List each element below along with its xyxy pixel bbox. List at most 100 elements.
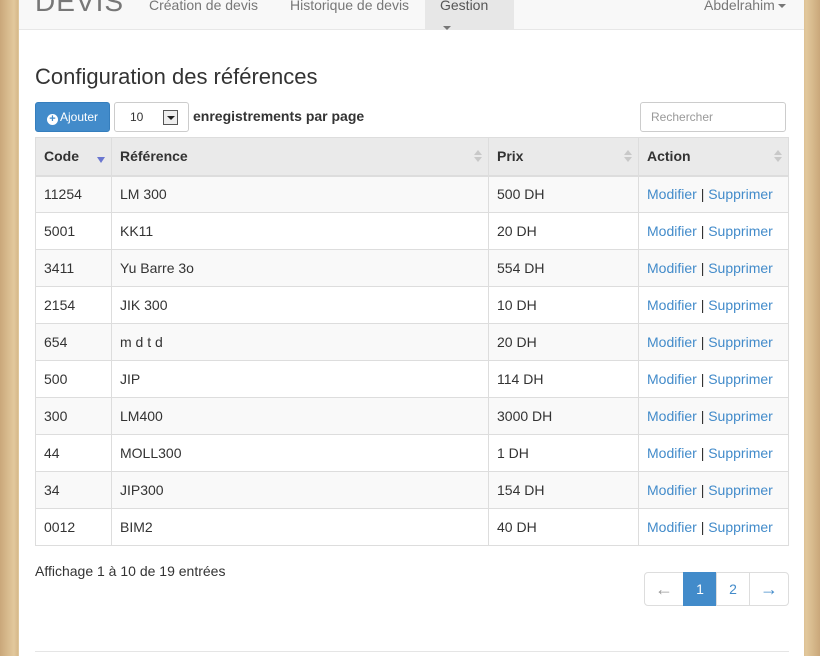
delete-link[interactable]: Supprimer [708,371,773,387]
header-reference-label: Référence [120,148,188,165]
cell-prix: 554 DH [488,249,639,287]
delete-link[interactable]: Supprimer [708,297,773,313]
table-row: 44 MOLL300 1 DH Modifier | Supprimer [35,434,789,472]
delete-link[interactable]: Supprimer [708,260,773,276]
table-row: 11254 LM 300 500 DH Modifier | Supprimer [35,175,789,213]
cell-code: 0012 [35,508,112,546]
edit-link[interactable]: Modifier [647,519,697,535]
nav-creation-devis[interactable]: Création de devis [134,0,273,30]
table-row: 654 m d t d 20 DH Modifier | Supprimer [35,323,789,361]
cell-reference: JIK 300 [111,286,489,324]
action-separator: | [700,223,705,239]
add-button-label: Ajouter [59,110,99,124]
footer-divider [35,651,789,652]
table-row: 34 JIP300 154 DH Modifier | Supprimer [35,471,789,509]
page-title: Configuration des références [35,64,318,89]
cell-prix: 3000 DH [488,397,639,435]
page-size-value: 10 [130,110,144,124]
cell-code: 300 [35,397,112,435]
pagination-prev[interactable]: ← [644,572,684,606]
cell-reference: LM 300 [111,175,489,213]
edit-link[interactable]: Modifier [647,223,697,239]
edit-link[interactable]: Modifier [647,371,697,387]
cell-action: Modifier | Supprimer [638,471,789,509]
cell-code: 500 [35,360,112,398]
nav-historique-devis[interactable]: Historique de devis [275,0,424,30]
edit-link[interactable]: Modifier [647,445,697,461]
page-size-select[interactable]: 10 [114,102,189,132]
header-code[interactable]: Code [35,137,112,177]
edit-link[interactable]: Modifier [647,482,697,498]
cell-reference: LM400 [111,397,489,435]
dropdown-arrow-icon[interactable] [163,110,178,125]
chevron-down-icon [777,4,786,9]
table-row: 0012 BIM2 40 DH Modifier | Supprimer [35,508,789,546]
cell-code: 34 [35,471,112,509]
edit-link[interactable]: Modifier [647,334,697,350]
pagination: ← 1 2 → [644,572,789,606]
table-row: 500 JIP 114 DH Modifier | Supprimer [35,360,789,398]
edit-link[interactable]: Modifier [647,408,697,424]
header-prix[interactable]: Prix [488,137,639,177]
delete-link[interactable]: Supprimer [708,186,773,202]
cell-code: 3411 [35,249,112,287]
edit-link[interactable]: Modifier [647,186,697,202]
search-input[interactable] [640,102,786,132]
cell-action: Modifier | Supprimer [638,360,789,398]
action-separator: | [700,260,705,276]
sort-icon [474,150,482,164]
cell-reference: m d t d [111,323,489,361]
cell-prix: 10 DH [488,286,639,324]
cell-action: Modifier | Supprimer [638,508,789,546]
delete-link[interactable]: Supprimer [708,519,773,535]
delete-link[interactable]: Supprimer [708,223,773,239]
user-name: Abdelrahim [704,0,775,13]
table-body: 11254 LM 300 500 DH Modifier | Supprimer 500… [35,175,789,546]
cell-action: Modifier | Supprimer [638,286,789,324]
cell-action: Modifier | Supprimer [638,434,789,472]
add-button[interactable]: + Ajouter [35,102,110,132]
cell-action: Modifier | Supprimer [638,397,789,435]
cell-prix: 40 DH [488,508,639,546]
delete-link[interactable]: Supprimer [708,408,773,424]
cell-code: 654 [35,323,112,361]
delete-link[interactable]: Supprimer [708,445,773,461]
cell-reference: KK11 [111,212,489,250]
sort-icon [774,150,782,164]
cell-code: 5001 [35,212,112,250]
cell-action: Modifier | Supprimer [638,175,789,213]
delete-link[interactable]: Supprimer [708,334,773,350]
cell-code: 2154 [35,286,112,324]
action-separator: | [700,297,705,313]
cell-prix: 154 DH [488,471,639,509]
cell-prix: 1 DH [488,434,639,472]
plus-circle-icon: + [46,114,58,125]
cell-reference: MOLL300 [111,434,489,472]
edit-link[interactable]: Modifier [647,260,697,276]
action-separator: | [700,445,705,461]
cell-action: Modifier | Supprimer [638,212,789,250]
header-code-label: Code [44,148,79,165]
page-container: DEVIS Création de devis Historique de de… [19,0,804,656]
action-separator: | [700,334,705,350]
cell-reference: JIP300 [111,471,489,509]
nav-gestion[interactable]: Gestion [425,0,514,31]
cell-prix: 500 DH [488,175,639,213]
table-row: 5001 KK11 20 DH Modifier | Supprimer [35,212,789,250]
navbar: DEVIS Création de devis Historique de de… [19,0,804,31]
pagination-next[interactable]: → [749,572,789,606]
table-row: 2154 JIK 300 10 DH Modifier | Supprimer [35,286,789,324]
delete-link[interactable]: Supprimer [708,482,773,498]
cell-reference: BIM2 [111,508,489,546]
nav-gestion-label: Gestion [440,0,489,13]
action-separator: | [700,408,705,424]
pagination-page-1[interactable]: 1 [683,572,717,606]
header-action[interactable]: Action [638,137,789,177]
per-page-label: enregistrements par page [193,108,365,124]
header-reference[interactable]: Référence [111,137,489,177]
cell-code: 11254 [35,175,112,213]
user-menu[interactable]: Abdelrahim [689,0,801,30]
brand-logo[interactable]: DEVIS [35,0,124,18]
edit-link[interactable]: Modifier [647,297,697,313]
pagination-page-2[interactable]: 2 [716,572,750,606]
